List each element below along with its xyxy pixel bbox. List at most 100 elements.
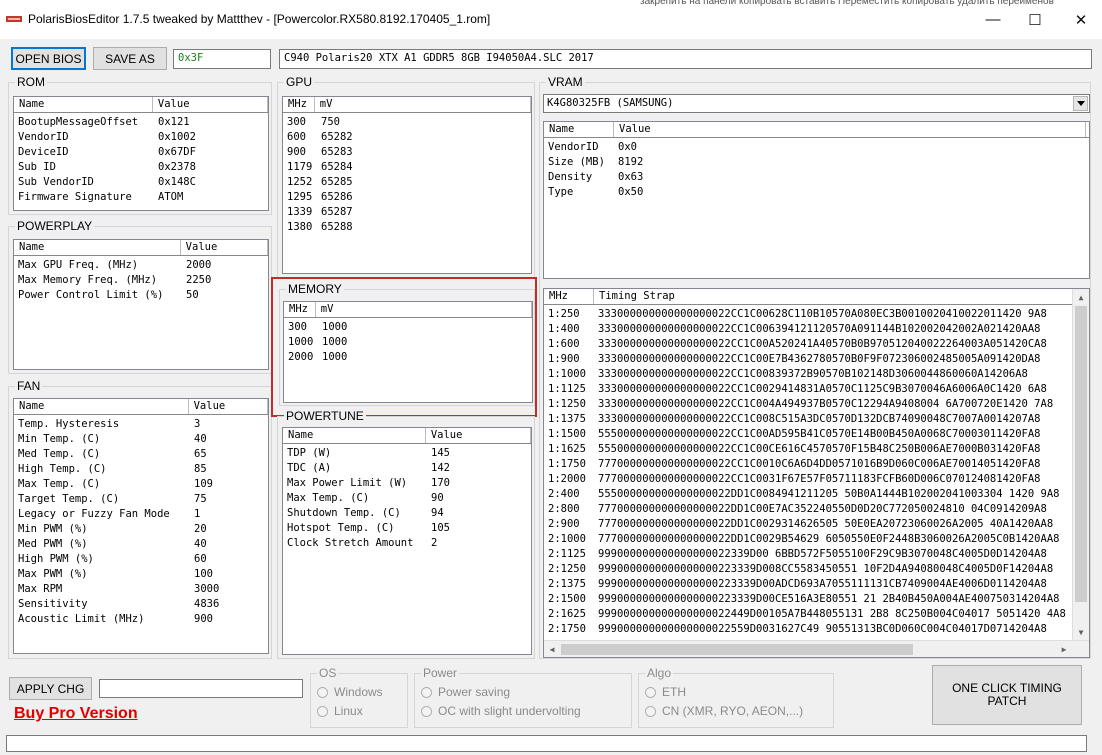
scroll-left-icon[interactable]: ◀ (544, 641, 560, 657)
maximize-button[interactable]: ☐ (1012, 0, 1058, 39)
column-header-mv[interactable]: mV (315, 97, 531, 112)
column-header-value[interactable]: Value (426, 428, 531, 443)
timing-row[interactable]: 2:1750 999000000000000000022559D0031627C4… (544, 622, 1072, 637)
timing-row[interactable]: 1:1250 333000000000000000022CC1C004A49493… (544, 397, 1072, 412)
fan-row[interactable]: High Temp. (C) 85 (14, 462, 268, 477)
vram-row[interactable]: Density 0x63 (544, 170, 1089, 185)
timing-row[interactable]: 1:1375 333000000000000000022CC1C008C515A3… (544, 412, 1072, 427)
rom-row[interactable]: Firmware Signature ATOM (14, 190, 268, 205)
powertune-row[interactable]: TDP (W) 145 (283, 446, 531, 461)
rom-row[interactable]: BootupMessageOffset 0x121 (14, 115, 268, 130)
apply-status-field[interactable] (99, 679, 303, 698)
checksum-field[interactable]: 0x3F (173, 49, 271, 69)
vertical-scroll-thumb[interactable] (1075, 306, 1087, 602)
timing-row[interactable]: 2:1000 777000000000000000022DD1C0029B5462… (544, 532, 1072, 547)
timing-row[interactable]: 1:1500 555000000000000000022CC1C00AD595B4… (544, 427, 1072, 442)
gpu-row[interactable]: 1252 65285 (283, 175, 531, 190)
algo-option-cn[interactable]: CN (XMR, RYO, AEON,...) (645, 704, 803, 718)
column-header-mhz[interactable]: MHz (284, 302, 316, 317)
timing-row[interactable]: 2:400 555000000000000000022DD1C0084941211… (544, 487, 1072, 502)
timing-row[interactable]: 1:1000 333000000000000000022CC1C00839372B… (544, 367, 1072, 382)
column-header-value[interactable]: Value (189, 399, 268, 414)
vram-info-list[interactable]: Name Value VendorID 0x0 Size (MB) 8192 Densi… (543, 121, 1090, 279)
timing-strap-list[interactable]: MHz Timing Strap 1:250 333000000000000000… (543, 288, 1090, 658)
gpu-row[interactable]: 1179 65284 (283, 160, 531, 175)
gpu-row[interactable]: 1339 65287 (283, 205, 531, 220)
timing-row[interactable]: 1:2000 777000000000000000022CC1C0031F67E5… (544, 472, 1072, 487)
timing-row[interactable]: 2:1375 9990000000000000000223339D00ADCD69… (544, 577, 1072, 592)
powertune-row[interactable]: TDC (A) 142 (283, 461, 531, 476)
timing-row[interactable]: 1:600 333000000000000000022CC1C00A520241A… (544, 337, 1072, 352)
gpu-row[interactable]: 1380 65288 (283, 220, 531, 235)
fan-row[interactable]: Sensitivity 4836 (14, 597, 268, 612)
memory-row[interactable]: 300 1000 (284, 320, 532, 335)
horizontal-scroll-thumb[interactable] (561, 644, 913, 655)
apply-changes-button[interactable]: APPLY CHG (9, 677, 92, 700)
fan-row[interactable]: Min PWM (%) 20 (14, 522, 268, 537)
timing-row[interactable]: 2:1125 999000000000000000022339D00 6BBD57… (544, 547, 1072, 562)
chevron-down-icon[interactable] (1073, 96, 1088, 111)
column-header-name[interactable]: Name (544, 122, 614, 137)
column-header-timing-strap[interactable]: Timing Strap (594, 289, 1074, 304)
powertune-row[interactable]: Hotspot Temp. (C) 105 (283, 521, 531, 536)
powerplay-row[interactable]: Max Memory Freq. (MHz) 2250 (14, 273, 268, 288)
timing-row[interactable]: 1:400 333000000000000000022CC1C0063941211… (544, 322, 1072, 337)
fan-row[interactable]: High PWM (%) 60 (14, 552, 268, 567)
column-header-value[interactable]: Value (153, 97, 268, 112)
scroll-up-icon[interactable]: ▲ (1073, 289, 1089, 305)
algo-option-eth[interactable]: ETH (645, 685, 686, 699)
gpu-row[interactable]: 600 65282 (283, 130, 531, 145)
scroll-down-icon[interactable]: ▼ (1073, 624, 1089, 640)
column-header-mv[interactable]: mV (316, 302, 532, 317)
memory-row[interactable]: 1000 1000 (284, 335, 532, 350)
timing-horizontal-scrollbar[interactable]: ◀ ▶ (544, 640, 1089, 657)
powerplay-row[interactable]: Max GPU Freq. (MHz) 2000 (14, 258, 268, 273)
os-option-linux[interactable]: Linux (317, 704, 363, 718)
timing-row[interactable]: 2:900 777000000000000000022DD1C0029314626… (544, 517, 1072, 532)
fan-row[interactable]: Acoustic Limit (MHz) 900 (14, 612, 268, 627)
column-header-name[interactable]: Name (14, 399, 189, 414)
one-click-timing-patch-button[interactable]: ONE CLICK TIMING PATCH (932, 665, 1082, 725)
scroll-right-icon[interactable]: ▶ (1056, 641, 1072, 657)
powertune-list[interactable]: Name Value TDP (W) 145 TDC (A) 142 Max Power… (282, 427, 532, 655)
rom-row[interactable]: Sub VendorID 0x148C (14, 175, 268, 190)
timing-row[interactable]: 1:250 333000000000000000022CC1C00628C110B… (544, 307, 1072, 322)
fan-row[interactable]: Med Temp. (C) 65 (14, 447, 268, 462)
power-option-saving[interactable]: Power saving (421, 685, 510, 699)
timing-row[interactable]: 2:1250 9990000000000000000223339D008CC558… (544, 562, 1072, 577)
timing-row[interactable]: 1:1125 333000000000000000022CC1C002941483… (544, 382, 1072, 397)
timing-row[interactable]: 2:800 777000000000000000022DD1C00E7AC3522… (544, 502, 1072, 517)
vram-row[interactable]: VendorID 0x0 (544, 140, 1089, 155)
memory-row[interactable]: 2000 1000 (284, 350, 532, 365)
column-header-name[interactable]: Name (14, 240, 181, 255)
memory-list[interactable]: MHz mV 300 1000 1000 1000 2000 1000 (283, 301, 533, 403)
powerplay-list[interactable]: Name Value Max GPU Freq. (MHz) 2000 Max Me… (13, 239, 269, 370)
column-header-name[interactable]: Name (283, 428, 426, 443)
os-option-windows[interactable]: Windows (317, 685, 383, 699)
column-header-mhz[interactable]: MHz (283, 97, 315, 112)
gpu-list[interactable]: MHz mV 300 750 600 65282 900 65283 1179 65284 12… (282, 96, 532, 274)
close-button[interactable]: ✕ (1058, 0, 1102, 39)
powertune-row[interactable]: Max Power Limit (W) 170 (283, 476, 531, 491)
rom-row[interactable]: Sub ID 0x2378 (14, 160, 268, 175)
gpu-row[interactable]: 300 750 (283, 115, 531, 130)
timing-row[interactable]: 1:1625 555000000000000000022CC1C00CE616C4… (544, 442, 1072, 457)
fan-row[interactable]: Temp. Hysteresis 3 (14, 417, 268, 432)
fan-row[interactable]: Min Temp. (C) 40 (14, 432, 268, 447)
fan-row[interactable]: Target Temp. (C) 75 (14, 492, 268, 507)
rom-row[interactable]: VendorID 0x1002 (14, 130, 268, 145)
gpu-row[interactable]: 900 65283 (283, 145, 531, 160)
timing-row[interactable]: 1:900 333000000000000000022CC1C00E7B43627… (544, 352, 1072, 367)
minimize-button[interactable]: — (970, 0, 1016, 39)
powertune-row[interactable]: Max Temp. (C) 90 (283, 491, 531, 506)
fan-list[interactable]: Name Value Temp. Hysteresis 3 Min Temp. (C… (13, 398, 269, 654)
powertune-row[interactable]: Clock Stretch Amount 2 (283, 536, 531, 551)
timing-row[interactable]: 1:1750 777000000000000000022CC1C0010C6A6D… (544, 457, 1072, 472)
fan-row[interactable]: Max RPM 3000 (14, 582, 268, 597)
vram-row[interactable]: Size (MB) 8192 (544, 155, 1089, 170)
column-header-mhz[interactable]: MHz (544, 289, 594, 304)
fan-row[interactable]: Legacy or Fuzzy Fan Mode 1 (14, 507, 268, 522)
power-option-oc-undervolt[interactable]: OC with slight undervolting (421, 704, 581, 718)
vram-chip-dropdown[interactable]: K4G80325FB (SAMSUNG) (543, 94, 1090, 113)
timing-row[interactable]: 2:1625 999000000000000000022449D00105A7B4… (544, 607, 1072, 622)
